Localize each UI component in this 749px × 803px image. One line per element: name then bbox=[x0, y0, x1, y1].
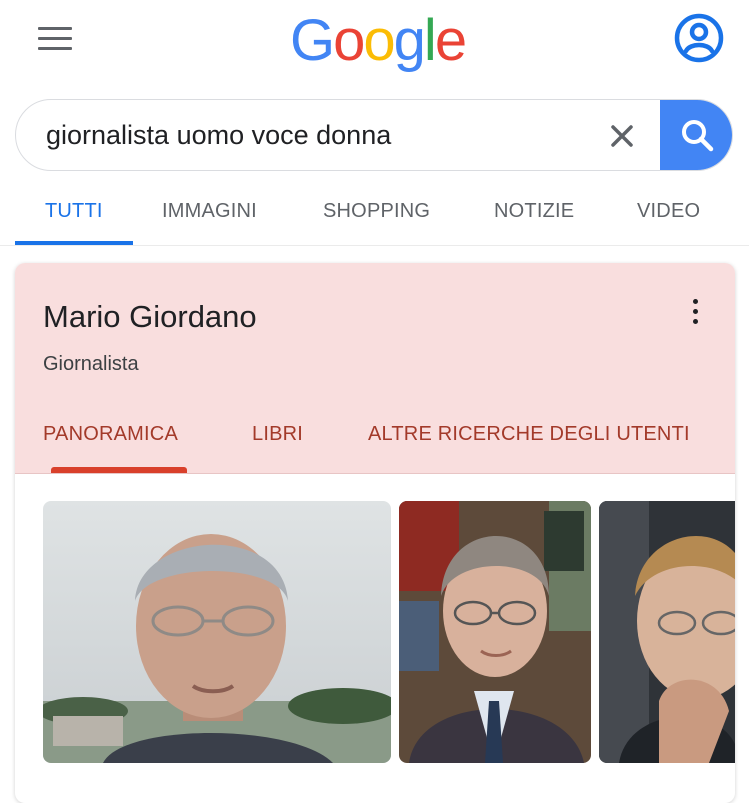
logo-letter-g: G bbox=[290, 8, 335, 73]
logo-letter-o1: o bbox=[333, 8, 365, 73]
panel-tabs-divider bbox=[15, 473, 735, 474]
entity-photo-3[interactable] bbox=[599, 501, 735, 763]
entity-photo-2[interactable] bbox=[399, 501, 591, 763]
knowledge-panel: Mario Giordano Giornalista PANORAMICA LI… bbox=[15, 263, 735, 803]
google-logo[interactable]: Google bbox=[290, 6, 467, 76]
search-bar bbox=[15, 99, 733, 171]
panel-tab-panoramica[interactable]: PANORAMICA bbox=[43, 423, 178, 446]
menu-icon[interactable] bbox=[38, 27, 72, 51]
portrait-image-1 bbox=[43, 501, 391, 763]
panel-tab-libri[interactable]: LIBRI bbox=[252, 423, 303, 446]
search-button[interactable] bbox=[660, 100, 732, 170]
logo-letter-e: e bbox=[434, 8, 467, 73]
tab-tutti[interactable]: TUTTI bbox=[45, 200, 103, 223]
search-icon bbox=[682, 120, 714, 152]
search-input[interactable] bbox=[46, 120, 586, 151]
tab-video[interactable]: VIDEO bbox=[637, 200, 700, 223]
panel-tab-altre-ricerche[interactable]: ALTRE RICERCHE DEGLI UTENTI bbox=[368, 423, 690, 446]
logo-letter-o2: o bbox=[363, 8, 395, 73]
tabs-divider bbox=[0, 245, 749, 246]
logo-letter-l: l bbox=[423, 8, 437, 73]
tab-immagini[interactable]: IMMAGINI bbox=[162, 200, 257, 223]
more-options-icon[interactable] bbox=[683, 297, 707, 327]
logo-letter-g2: g bbox=[393, 8, 426, 73]
account-icon[interactable] bbox=[673, 12, 725, 64]
portrait-image-2 bbox=[399, 501, 591, 763]
clear-icon[interactable] bbox=[604, 118, 640, 154]
entity-photo-1[interactable] bbox=[43, 501, 391, 763]
tab-notizie[interactable]: NOTIZIE bbox=[494, 200, 574, 223]
entity-title: Mario Giordano bbox=[43, 299, 257, 334]
tab-shopping[interactable]: SHOPPING bbox=[323, 200, 430, 223]
entity-subtitle: Giornalista bbox=[43, 353, 139, 375]
portrait-image-3 bbox=[599, 501, 735, 763]
